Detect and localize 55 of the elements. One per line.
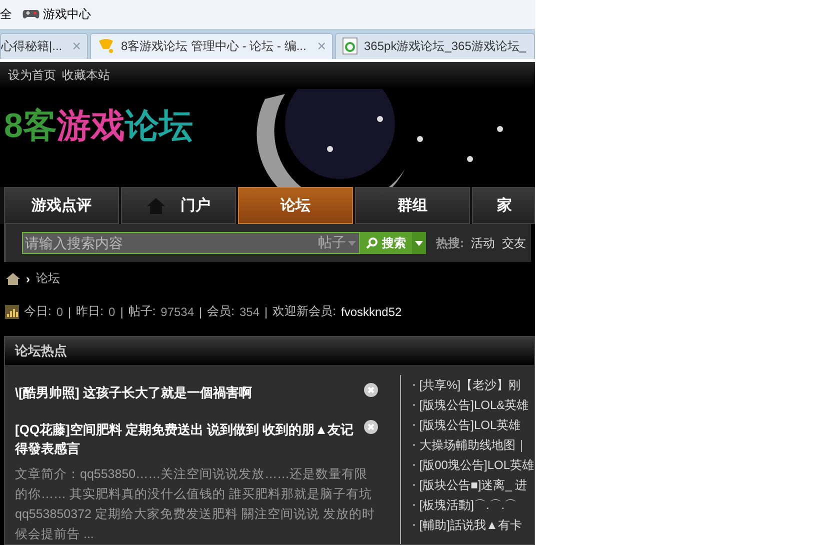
stat-label: 会员: <box>207 303 234 320</box>
nav-tab[interactable]: 门户 <box>121 187 236 224</box>
post-title-link[interactable]: \[酷男帅照] 这孩子长大了就是一個禍害啊 <box>15 383 356 402</box>
panel-title: 论坛热点 <box>15 342 67 360</box>
top-link[interactable]: 设为首页 <box>8 66 56 84</box>
hot-link[interactable]: [版块公告■]迷离_ 进 <box>419 475 528 496</box>
hot-link[interactable]: [版塊公告]LOL英雄 <box>419 415 521 436</box>
bookmark-link[interactable]: 游戏中心 <box>43 6 91 23</box>
separator: | <box>264 304 268 319</box>
hot-search-link[interactable]: 活动 <box>471 234 495 252</box>
close-icon[interactable] <box>364 383 378 398</box>
home-icon[interactable] <box>6 272 20 285</box>
stat-label: 帖子: <box>128 303 156 320</box>
stat-label: 欢迎新会员: <box>272 303 336 320</box>
stat-value: 354 <box>240 304 260 319</box>
nav-tab[interactable]: 游戏点评 <box>4 187 119 224</box>
browser-tab[interactable]: 8客游戏论坛 管理中心 - 论坛 - 编... × <box>90 32 333 59</box>
dropdown-button[interactable] <box>412 232 426 254</box>
breadcrumb-separator: › <box>26 272 30 286</box>
top-link[interactable]: 收藏本站 <box>62 66 110 84</box>
bar-chart-icon <box>5 304 19 319</box>
stat-value: 97534 <box>160 304 194 319</box>
hot-link[interactable]: [輔助]話说我▲有卡 <box>419 515 522 536</box>
separator: | <box>120 304 124 319</box>
browser-tab[interactable]: 心得秘籍|... × <box>0 32 88 59</box>
separator: | <box>68 304 72 319</box>
caret-icon <box>415 240 423 246</box>
hot-link[interactable]: [版00塊公告]LOL英雄 <box>419 455 534 476</box>
nav-tab[interactable]: 论坛 <box>238 187 353 224</box>
stat-label: 昨日: <box>76 303 104 320</box>
gamepad-icon <box>22 8 40 20</box>
stat-label: 今日: <box>24 303 52 320</box>
caret-icon <box>348 240 356 246</box>
nav-tab[interactable]: 群组 <box>355 187 470 224</box>
nav-tab[interactable]: 家 <box>472 187 535 224</box>
hot-link[interactable]: [板塊活動]⌒.⌒.⌒ <box>419 495 517 516</box>
post-title-link[interactable]: [QQ花藤]空间肥料 定期免费送出 说到做到 收到的朋▲友记得發表感言 <box>15 420 356 458</box>
hot-link[interactable]: [版塊公告]LOL&英雄 <box>419 395 529 416</box>
page-icon <box>342 37 358 56</box>
post-summary: 文章简介：qq553850……关注空间说说发放……还是数量有限的你…… 其实肥料真的没什么值钱的 誰买肥料那就是脑子有坑qq553850372 定期给大家免费发送肥料 關注空间说说 发放的时候会提前告 ... <box>15 466 376 544</box>
hot-link[interactable]: [共享%]【老沙】刚 <box>419 375 521 396</box>
browser-tab[interactable]: 365pk游戏论坛_365游戏论坛_ <box>335 32 535 59</box>
hot-search-link[interactable]: 交友 <box>502 234 526 252</box>
tab-favicon-icon <box>97 37 115 56</box>
username-link[interactable]: fvoskknd52 <box>341 304 402 319</box>
site-logo: 8客游戏论坛 <box>4 106 193 148</box>
breadcrumb-link[interactable]: 论坛 <box>36 270 60 288</box>
search-icon <box>366 237 378 250</box>
stat-value: 0 <box>56 304 64 319</box>
separator: | <box>199 304 202 319</box>
stat-value: 0 <box>108 304 116 319</box>
close-icon[interactable] <box>364 420 378 434</box>
bookmark-link[interactable]: 全 <box>0 6 12 23</box>
hot-label: 热搜: <box>436 234 464 252</box>
hot-link[interactable]: 大操场輔助线地图｜ <box>419 435 528 456</box>
